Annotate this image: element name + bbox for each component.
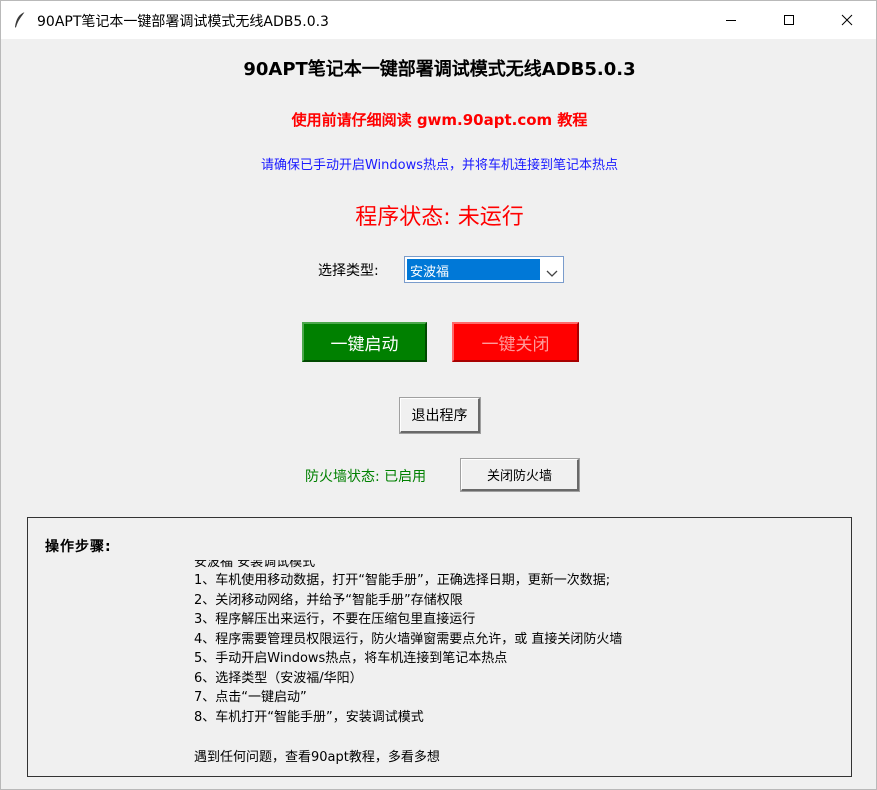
maximize-button[interactable] — [760, 1, 818, 39]
step-item: 2、关闭移动网络，并给予“智能手册”存储权限 — [194, 592, 463, 608]
feather-icon — [13, 11, 27, 29]
step-item: 6、选择类型（安波福/华阳） — [194, 670, 363, 686]
hotspot-hint: 请确保已手动开启Windows热点，并将车机连接到笔记本热点 — [260, 158, 619, 173]
type-select[interactable]: 安波福 — [404, 256, 564, 283]
maximize-icon — [784, 15, 794, 25]
chevron-down-icon — [546, 264, 558, 283]
steps-footer: 遇到任何问题，查看90apt教程，多看多想 — [194, 750, 440, 765]
close-button[interactable] — [818, 1, 876, 39]
steps-subtitle: 安波福 安装调试模式 — [194, 560, 316, 570]
firewall-status: 防火墙状态: 已启用 — [305, 469, 427, 485]
type-select-value: 安波福 — [407, 259, 540, 280]
step-item: 3、程序解压出来运行，不要在压缩包里直接运行 — [194, 612, 476, 627]
close-icon — [841, 14, 853, 26]
steps-title: 操作步骤: — [45, 539, 112, 555]
steps-list: 安波福 安装调试模式 1、车机使用移动数据，打开“智能手册”，正确选择日期，更新… — [194, 560, 622, 727]
minimize-icon — [726, 20, 736, 21]
start-button[interactable]: 一键启动 — [302, 322, 427, 362]
exit-button[interactable]: 退出程序 — [399, 397, 481, 434]
step-item: 4、程序需要管理员权限运行，防火墙弹窗需要点允许，或 直接关闭防火墙 — [194, 631, 623, 647]
stop-button[interactable]: 一键关闭 — [452, 322, 579, 362]
app-window: 90APT笔记本一键部署调试模式无线ADB5.0.3 90APT笔记本一键部署调… — [0, 0, 877, 790]
steps-panel: 操作步骤: 安波福 安装调试模式 1、车机使用移动数据，打开“智能手册”，正确选… — [27, 517, 852, 777]
disable-firewall-button[interactable]: 关闭防火墙 — [460, 458, 580, 492]
type-select-label: 选择类型: — [318, 263, 379, 279]
minimize-button[interactable] — [702, 1, 760, 39]
title-bar[interactable]: 90APT笔记本一键部署调试模式无线ADB5.0.3 — [1, 1, 876, 39]
step-item: 5、手动开启Windows热点，将车机连接到笔记本热点 — [194, 651, 508, 666]
app-heading: 90APT笔记本一键部署调试模式无线ADB5.0.3 — [243, 59, 636, 80]
step-item: 8、车机打开“智能手册”，安装调试模式 — [194, 709, 424, 725]
step-item: 1、车机使用移动数据，打开“智能手册”，正确选择日期，更新一次数据; — [194, 573, 611, 588]
window-title: 90APT笔记本一键部署调试模式无线ADB5.0.3 — [37, 14, 329, 30]
program-status: 程序状态: 未运行 — [355, 205, 524, 230]
step-item: 7、点击“一键启动” — [194, 690, 307, 705]
tutorial-warning: 使用前请仔细阅读 gwm.90apt.com 教程 — [291, 111, 588, 129]
